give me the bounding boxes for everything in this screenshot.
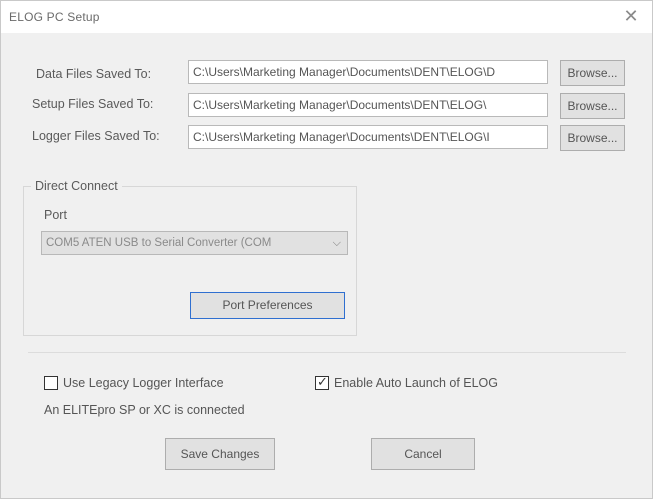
data-files-browse-button[interactable]: Browse... [560, 60, 625, 86]
legacy-interface-checkbox[interactable] [44, 376, 58, 390]
setup-files-label: Setup Files Saved To: [32, 97, 154, 111]
port-label: Port [44, 208, 67, 222]
elog-setup-dialog: ELOG PC Setup ✕ Data Files Saved To: C:\… [0, 0, 653, 499]
port-select-value: COM5 ATEN USB to Serial Converter (COM [46, 237, 272, 249]
data-files-path-field[interactable]: C:\Users\Marketing Manager\Documents\DEN… [188, 60, 548, 84]
data-files-label: Data Files Saved To: [36, 67, 152, 81]
logger-files-path-field[interactable]: C:\Users\Marketing Manager\Documents\DEN… [188, 125, 548, 149]
legacy-interface-label[interactable]: Use Legacy Logger Interface [63, 376, 224, 390]
window-title: ELOG PC Setup [9, 10, 100, 24]
save-changes-button[interactable]: Save Changes [165, 438, 275, 470]
logger-files-label: Logger Files Saved To: [32, 129, 160, 143]
close-icon[interactable]: ✕ [620, 5, 642, 27]
auto-launch-checkbox[interactable]: ✓ [315, 374, 329, 390]
title-bar: ELOG PC Setup ✕ [1, 1, 652, 33]
divider [28, 352, 626, 353]
setup-files-path-field[interactable]: C:\Users\Marketing Manager\Documents\DEN… [188, 93, 548, 117]
port-preferences-button[interactable]: Port Preferences [190, 292, 345, 319]
direct-connect-label: Direct Connect [31, 179, 122, 193]
port-select[interactable]: COM5 ATEN USB to Serial Converter (COM ⌵ [41, 231, 348, 255]
chevron-down-icon: ⌵ [332, 237, 341, 249]
logger-files-browse-button[interactable]: Browse... [560, 125, 625, 151]
auto-launch-label[interactable]: Enable Auto Launch of ELOG [334, 376, 498, 390]
cancel-button[interactable]: Cancel [371, 438, 475, 470]
setup-files-browse-button[interactable]: Browse... [560, 93, 625, 119]
checkmark-icon: ✓ [317, 374, 328, 389]
legacy-interface-note: An ELITEpro SP or XC is connected [44, 403, 245, 417]
